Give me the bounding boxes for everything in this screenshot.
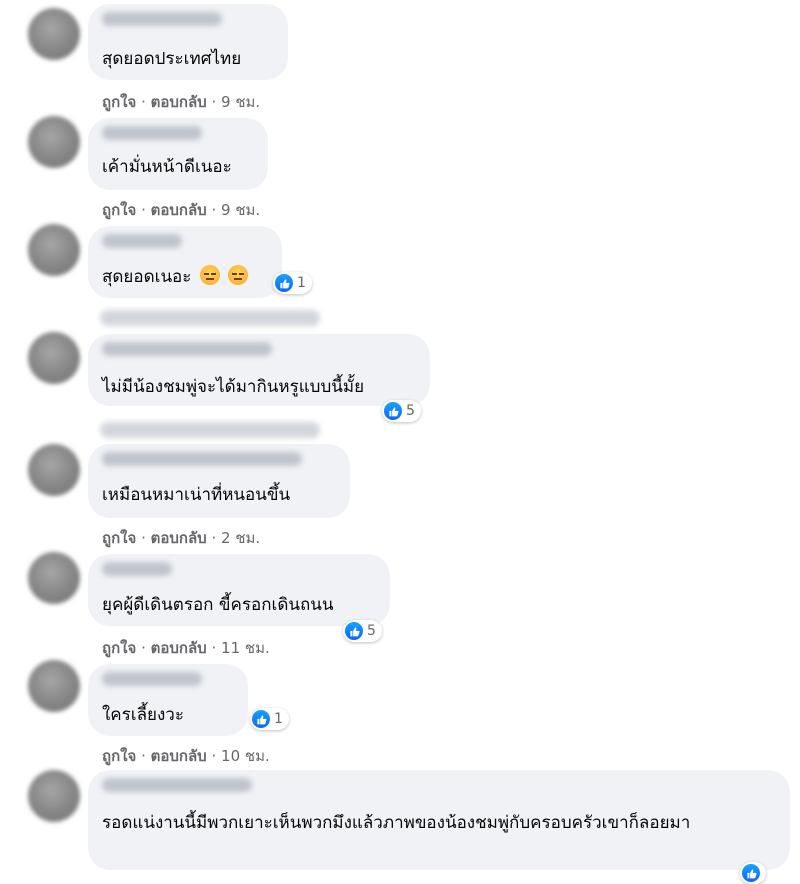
like-link[interactable]: ถูกใจ [102,747,136,765]
separator: · [141,639,146,657]
comment-text: เหมือนหมาเน่าที่หนอนขึ้น [102,485,291,505]
comment-text: รอดแน่งานนี้มีพวกเยาะเห็นพวกมึงแล้วภาพขอ… [102,813,691,833]
like-thumb-icon [275,274,293,292]
separator: · [141,93,146,111]
reaction-summary[interactable]: 1 [273,272,312,294]
separator: · [141,529,146,547]
author-name-redacted [102,126,202,140]
separator: · [211,201,217,219]
reply-link[interactable]: ตอบกลับ [151,529,207,547]
reply-link[interactable]: ตอบกลับ [151,93,207,111]
separator: · [211,529,217,547]
reaction-count: 5 [406,403,415,419]
avatar[interactable] [28,660,80,712]
like-link[interactable]: ถูกใจ [102,93,136,111]
comment-actions: ถูกใจ · ตอบกลับ · 11 ชม. [102,636,270,660]
comment-actions: ถูกใจ · ตอบกลับ · 9 ชม. [102,90,260,114]
comment-bubble: ยุคผู้ดีเดินตรอก ขี้ครอกเดินถนน [88,554,390,626]
comment-bubble: รอดแน่งานนี้มีพวกเยาะเห็นพวกมึงแล้วภาพขอ… [88,770,790,870]
reply-link[interactable]: ตอบกลับ [151,747,207,765]
avatar[interactable] [28,224,80,276]
reaction-count: 1 [274,711,283,727]
like-thumb-icon [345,622,363,640]
reaction-count: 1 [297,275,306,291]
timestamp[interactable]: 10 ชม. [221,747,270,765]
reaction-summary[interactable]: 5 [382,400,421,422]
like-thumb-icon [252,710,270,728]
reply-link[interactable]: ตอบกลับ [151,639,207,657]
reaction-summary[interactable]: 5 [343,620,382,642]
author-name-redacted [102,562,172,576]
separator: · [211,747,217,765]
avatar[interactable] [28,116,80,168]
expressionless-face-icon [228,265,249,285]
timestamp[interactable]: 9 ชม. [221,93,260,111]
reply-link[interactable]: ตอบกลับ [151,201,207,219]
comment-text: สุดยอดเนอะ [102,264,249,290]
like-link[interactable]: ถูกใจ [102,639,136,657]
comment-text: สุดยอดประเทศไทย [102,49,242,69]
comment-text: ยุคผู้ดีเดินตรอก ขี้ครอกเดินถนน [102,595,334,615]
timestamp[interactable]: 2 ชม. [221,529,260,547]
comment-actions: ถูกใจ · ตอบกลับ · 10 ชม. [102,744,270,768]
reaction-summary[interactable]: 1 [250,708,289,730]
comment-text: ใครเลี้ยงวะ [102,705,184,725]
comment-text: ไม่มีน้องชมพู่จะได้มากินหรูแบบนี้มั้ย [102,377,365,397]
comment-actions: ถูกใจ · ตอบกลับ · 2 ชม. [102,526,260,550]
comment-text: เค้ามั่นหน้าดีเนอะ [102,157,232,177]
comment-actions-redacted [100,422,320,438]
author-name-redacted [102,342,272,356]
avatar[interactable] [28,332,80,384]
separator: · [141,201,146,219]
comment-actions: ถูกใจ · ตอบกลับ · 9 ชม. [102,198,260,222]
author-name-redacted [102,12,222,26]
separator: · [211,93,217,111]
author-name-redacted [102,672,202,686]
avatar[interactable] [28,552,80,604]
avatar[interactable] [28,8,80,60]
like-link[interactable]: ถูกใจ [102,201,136,219]
like-thumb-icon [384,402,402,420]
comment-bubble: สุดยอดเนอะ [88,226,282,298]
comment-bubble: เค้ามั่นหน้าดีเนอะ [88,118,268,190]
author-name-redacted [102,234,182,248]
comment-bubble: ใครเลี้ยงวะ [88,664,248,736]
reaction-summary[interactable] [740,862,766,884]
author-name-redacted [102,778,252,792]
timestamp[interactable]: 11 ชม. [221,639,270,657]
comment-text-body: สุดยอดเนอะ [102,267,192,287]
comment-actions-redacted [100,310,320,326]
comment-bubble: สุดยอดประเทศไทย [88,4,288,80]
separator: · [211,639,217,657]
expressionless-face-icon [199,265,220,285]
reaction-count: 5 [367,623,376,639]
like-link[interactable]: ถูกใจ [102,529,136,547]
avatar[interactable] [28,770,80,822]
comment-bubble: เหมือนหมาเน่าที่หนอนขึ้น [88,444,350,518]
separator: · [141,747,146,765]
avatar[interactable] [28,444,80,496]
comment-bubble: ไม่มีน้องชมพู่จะได้มากินหรูแบบนี้มั้ย [88,334,430,406]
timestamp[interactable]: 9 ชม. [221,201,260,219]
like-thumb-icon [742,864,760,882]
author-name-redacted [102,452,302,466]
